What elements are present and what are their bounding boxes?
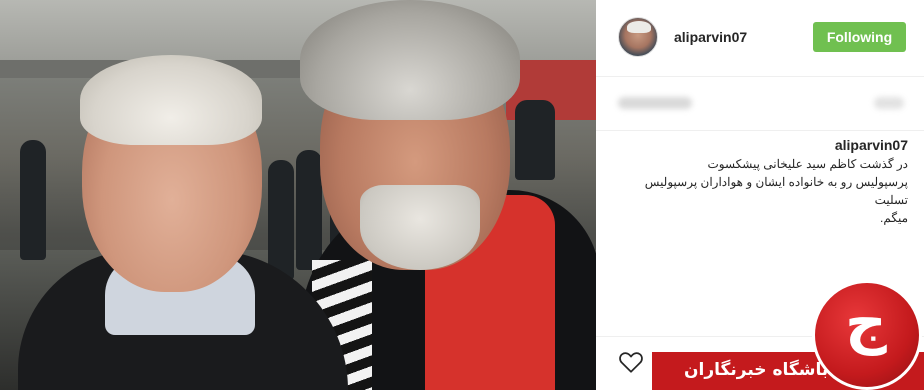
background-person: [515, 100, 555, 180]
likes-count-blurred: [618, 97, 692, 109]
username-link[interactable]: aliparvin07: [674, 29, 747, 45]
right-man-beard: [360, 185, 480, 270]
right-man-hair: [300, 0, 520, 120]
heart-icon[interactable]: [618, 349, 644, 375]
background-person: [268, 160, 294, 280]
following-button[interactable]: Following: [813, 22, 906, 52]
caption-line: میگم.: [880, 211, 908, 225]
avatar-hair: [627, 21, 651, 33]
caption-line: در گذشت کاظم سید علیخانی پیشکسوت: [707, 157, 908, 171]
caption-line: پرسپولیس رو به خانواده ایشان و هواداران …: [644, 175, 908, 207]
background-person: [20, 140, 46, 260]
background-person: [296, 150, 322, 270]
caption: aliparvin07 در گذشت کاظم سید علیخانی پیش…: [618, 137, 908, 227]
post-photo: [0, 0, 596, 390]
caption-username[interactable]: aliparvin07: [835, 137, 908, 153]
avatar[interactable]: [618, 17, 658, 57]
left-man-hair: [80, 55, 262, 145]
watermark-text: باشگاه خبرنگاران: [684, 360, 829, 380]
post-header: aliparvin07 Following: [596, 0, 924, 77]
watermark-logo-glyph: ج: [845, 288, 887, 356]
meta-row: [596, 76, 924, 131]
timestamp-blurred: [874, 97, 904, 109]
caption-username-row: aliparvin07: [618, 137, 908, 155]
